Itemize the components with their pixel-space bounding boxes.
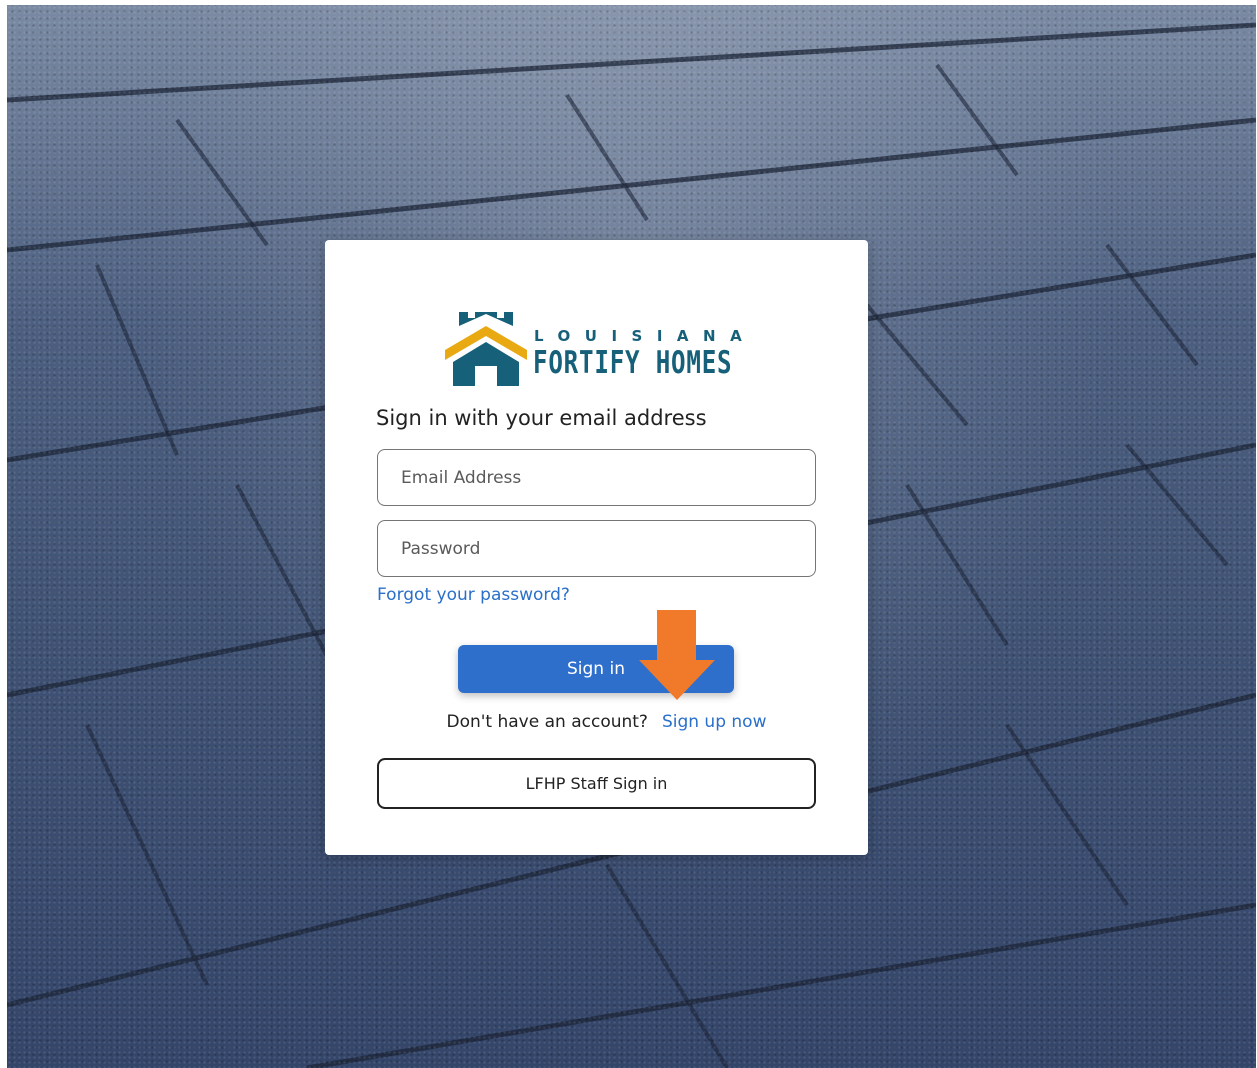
logo-louisiana-text: LOUISIANA xyxy=(534,327,757,345)
forgot-password-link[interactable]: Forgot your password? xyxy=(377,585,570,605)
orange-arrow-down-icon xyxy=(639,610,715,700)
password-input[interactable] xyxy=(377,520,816,577)
email-input[interactable] xyxy=(377,449,816,506)
sign-up-link[interactable]: Sign up now xyxy=(662,712,767,732)
house-logo-icon xyxy=(445,312,527,386)
logo-fortify-homes-text: FORTIFY HOMES xyxy=(533,345,733,381)
signup-row: Don't have an account? Sign up now xyxy=(325,712,868,732)
louisiana-fortify-homes-logo: LOUISIANA FORTIFY HOMES xyxy=(445,308,755,386)
no-account-text: Don't have an account? xyxy=(446,712,648,732)
sign-in-card: LOUISIANA FORTIFY HOMES Sign in with you… xyxy=(325,240,868,855)
staff-sign-in-button[interactable]: LFHP Staff Sign in xyxy=(377,758,816,809)
sign-in-heading: Sign in with your email address xyxy=(376,406,707,430)
